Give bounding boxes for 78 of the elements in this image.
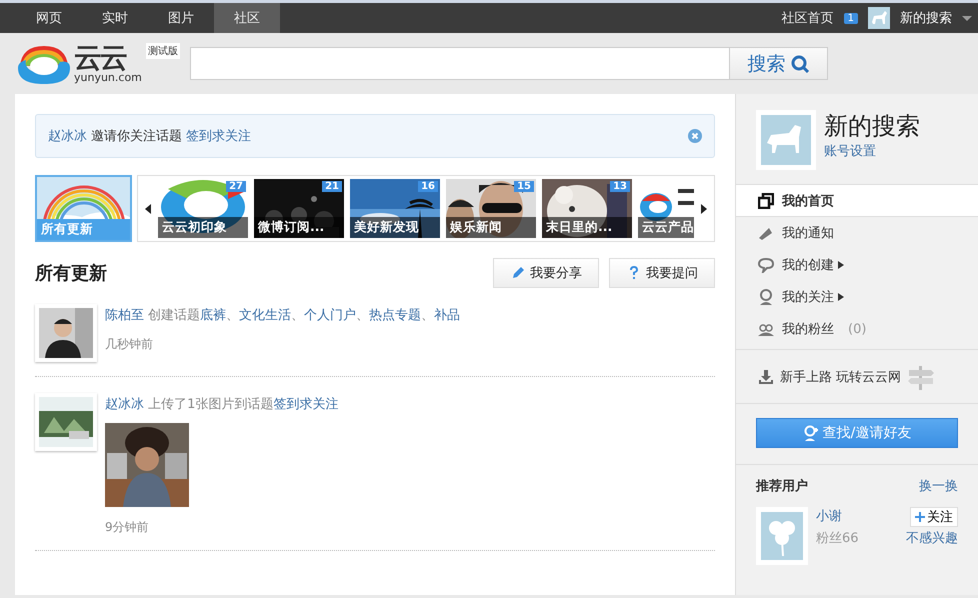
topic-tile[interactable]: 云云产品 <box>638 179 694 238</box>
topic-link[interactable]: 个人门户 <box>304 308 356 323</box>
speech-bubble-icon <box>758 257 774 273</box>
section-title: 推荐用户 <box>756 478 808 495</box>
count-badge: 1 <box>844 12 858 24</box>
logo-domain: yunyun.com <box>74 72 142 83</box>
user-link[interactable]: 赵冰冰 <box>105 397 144 412</box>
dismiss-link[interactable]: 不感兴趣 <box>906 529 958 547</box>
topic-label: 云云初印象 <box>158 217 248 238</box>
topic-label: 所有更新 <box>37 219 130 240</box>
action-button[interactable]: 我要分享 <box>493 258 599 288</box>
topic-label: 末日里的... <box>542 217 632 238</box>
separator: 、 <box>356 308 370 323</box>
topic-link[interactable]: 签到求关注 <box>186 127 251 145</box>
topic-label: 娱乐新闻 <box>446 217 536 238</box>
nav-tab[interactable]: 图片 <box>148 3 214 33</box>
signpost-icon <box>907 364 936 390</box>
topic-link[interactable]: 底裤 <box>200 308 226 323</box>
activity-text: 上传了1张图片到话题 <box>148 397 274 412</box>
notice-text: 邀请你关注话题 <box>91 128 182 145</box>
topic-link[interactable]: 文化生活 <box>239 308 292 323</box>
guide-link[interactable]: 新手上路 玩转云云网 <box>780 368 902 386</box>
action-button[interactable]: 我要提问 <box>609 258 715 288</box>
separator: 、 <box>421 308 434 323</box>
user-link[interactable]: 陈柏至 <box>105 308 144 323</box>
close-icon <box>688 129 702 143</box>
nav-tab[interactable]: 实时 <box>82 3 148 33</box>
menu-item[interactable]: 我的通知 <box>736 217 978 249</box>
topic-tile[interactable]: 16 美好新发现 <box>350 179 440 238</box>
search-icon <box>791 54 810 72</box>
timestamp: 9分钟前 <box>105 519 150 536</box>
user-name[interactable]: 新的搜索 <box>900 9 952 27</box>
topic-label: 云云产品 <box>638 217 694 238</box>
count-badge: 27 <box>226 181 246 192</box>
activity-text: 创建话题 <box>148 308 200 323</box>
person-add-icon <box>802 425 819 441</box>
nav-tab[interactable]: 社区 <box>214 3 280 33</box>
topic-link[interactable]: 热点专题 <box>369 308 422 323</box>
profile-name: 新的搜索 <box>824 111 920 142</box>
topic-tile[interactable]: 13 末日里的... <box>542 179 632 238</box>
menu-item[interactable]: 我的首页 <box>736 185 978 217</box>
logo-text: 云云 <box>74 44 128 72</box>
fans-count: 粉丝66 <box>816 530 860 547</box>
search-field[interactable] <box>190 47 730 80</box>
section-title: 所有更新 <box>35 262 107 285</box>
topic-link[interactable]: 签到求关注 <box>273 397 338 412</box>
timestamp: 几秒钟前 <box>105 336 154 353</box>
count-badge: 15 <box>514 181 534 192</box>
nav-tab[interactable]: 网页 <box>16 3 82 33</box>
avatar-icon <box>868 7 890 29</box>
follow-button[interactable]: 关注 <box>910 507 958 527</box>
count-badge: 13 <box>610 181 630 192</box>
window-icon <box>758 192 774 208</box>
download-icon <box>758 368 774 384</box>
person-add-icon <box>758 289 774 305</box>
topic-label: 微博订阅... <box>254 217 344 238</box>
separator: 、 <box>226 308 240 323</box>
topic-tile[interactable]: 15 娱乐新闻 <box>446 179 536 238</box>
plus-icon <box>915 512 925 522</box>
user-link[interactable]: 赵冰冰 <box>48 127 87 145</box>
search-button[interactable]: 搜索 <box>730 47 828 80</box>
count-badge: 16 <box>418 181 438 192</box>
menu-item[interactable]: 我的创建 <box>736 249 978 281</box>
refresh-link[interactable]: 换一换 <box>919 477 958 495</box>
topic-link[interactable]: 补品 <box>434 308 460 323</box>
account-settings-link[interactable]: 账号设置 <box>824 144 876 159</box>
menu-item[interactable]: 我的粉丝 (0) <box>736 313 978 345</box>
menu-item[interactable]: 我的关注 <box>736 281 978 313</box>
topic-tile[interactable]: 27 云云初印象 <box>158 179 248 238</box>
community-home-link[interactable]: 社区首页 <box>782 9 834 27</box>
user-link[interactable]: 小谢 <box>816 507 898 525</box>
beta-tag: 测试版 <box>146 42 180 58</box>
count-badge: 21 <box>322 181 342 192</box>
count-text: (0) <box>848 322 866 336</box>
topic-tile[interactable]: 21 微博订阅... <box>254 179 344 238</box>
pencil-icon <box>510 265 526 281</box>
topic-label: 美好新发现 <box>350 217 440 238</box>
separator: 、 <box>291 308 304 323</box>
